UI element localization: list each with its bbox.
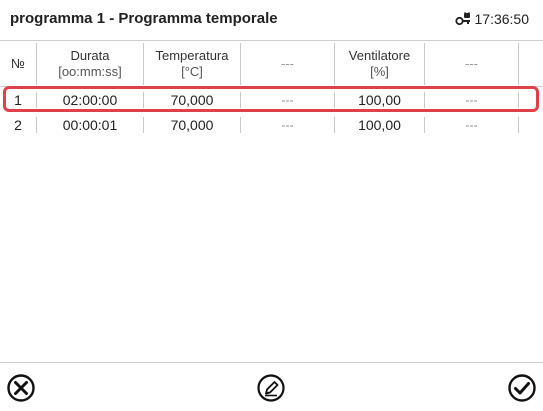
empty-cell[interactable]: --- bbox=[241, 114, 334, 136]
row-number: 2 bbox=[14, 117, 22, 133]
column-divider bbox=[424, 43, 425, 85]
table-row[interactable]: 1 02:00:00 70,000 --- 100,00 --- bbox=[0, 89, 543, 111]
column-divider bbox=[424, 117, 425, 133]
lock-key-icon bbox=[454, 12, 471, 26]
confirm-button[interactable] bbox=[505, 371, 539, 405]
program-editor-screen: programma 1 - Programma temporale 17:36:… bbox=[0, 0, 543, 411]
empty-cell[interactable]: --- bbox=[241, 89, 334, 111]
column-divider bbox=[36, 117, 37, 133]
column-divider bbox=[518, 92, 519, 108]
column-divider bbox=[36, 43, 37, 85]
clock-time: 17:36:50 bbox=[474, 11, 530, 27]
column-divider bbox=[240, 117, 241, 133]
column-divider bbox=[334, 117, 335, 133]
column-divider bbox=[424, 92, 425, 108]
column-divider bbox=[143, 117, 144, 133]
durata-cell[interactable]: 00:00:01 bbox=[37, 114, 143, 136]
empty-cell[interactable]: --- bbox=[425, 114, 518, 136]
column-divider bbox=[36, 92, 37, 108]
column-divider bbox=[334, 43, 335, 85]
edit-button[interactable] bbox=[254, 371, 288, 405]
page-title: programma 1 - Programma temporale bbox=[10, 10, 278, 27]
durata-cell[interactable]: 02:00:00 bbox=[37, 89, 143, 111]
column-header-number: № bbox=[11, 56, 25, 71]
column-divider bbox=[518, 43, 519, 85]
header-divider bbox=[0, 86, 543, 87]
temperatura-cell[interactable]: 70,000 bbox=[144, 114, 240, 136]
row-number: 1 bbox=[14, 92, 22, 108]
table-row[interactable]: 2 00:00:01 70,000 --- 100,00 --- bbox=[0, 114, 543, 136]
column-divider bbox=[143, 43, 144, 85]
check-circle-icon bbox=[507, 373, 537, 403]
ventilatore-cell[interactable]: 100,00 bbox=[335, 114, 424, 136]
column-divider bbox=[518, 117, 519, 133]
cancel-button[interactable] bbox=[4, 371, 38, 405]
column-header-empty-1: --- bbox=[281, 56, 294, 71]
bottom-toolbar bbox=[0, 362, 543, 411]
clock: 17:36:50 bbox=[454, 11, 530, 27]
ventilatore-cell[interactable]: 100,00 bbox=[335, 89, 424, 111]
temperatura-cell[interactable]: 70,000 bbox=[144, 89, 240, 111]
column-divider bbox=[240, 43, 241, 85]
column-header-durata: Durata [oo:mm:ss] bbox=[58, 48, 122, 79]
column-divider bbox=[240, 92, 241, 108]
title-bar: programma 1 - Programma temporale 17:36:… bbox=[0, 0, 543, 41]
column-divider bbox=[334, 92, 335, 108]
column-header-ventilatore: Ventilatore [%] bbox=[348, 48, 411, 79]
column-header-temperatura: Temperatura [°C] bbox=[155, 48, 229, 79]
edit-pencil-icon bbox=[256, 373, 286, 403]
column-divider bbox=[143, 92, 144, 108]
column-header-empty-2: --- bbox=[465, 56, 478, 71]
close-circle-icon bbox=[6, 373, 36, 403]
empty-cell[interactable]: --- bbox=[425, 89, 518, 111]
